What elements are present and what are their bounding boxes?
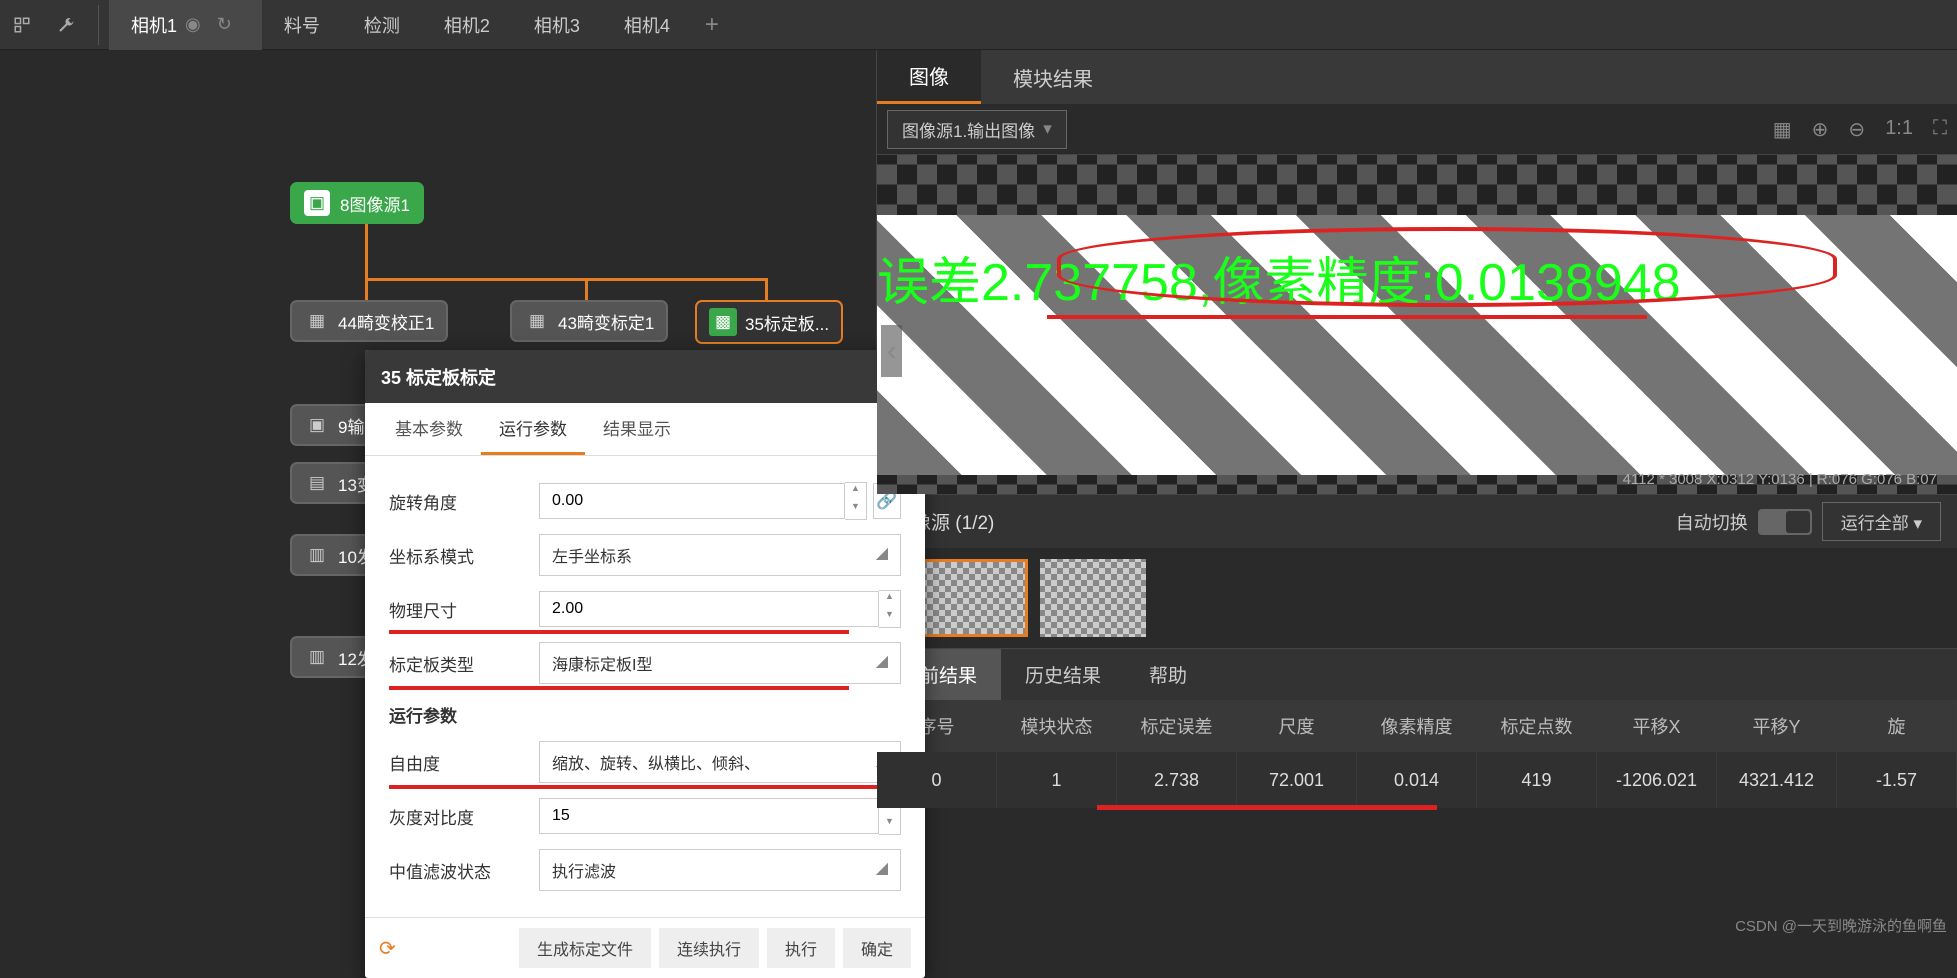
tab-camera4[interactable]: 相机4	[602, 0, 692, 50]
watermark: CSDN @一天到晚游泳的鱼啊鱼	[1735, 915, 1947, 936]
top-toolbar: 相机1 ◉ ↻ 料号 检测 相机2 相机3 相机4 +	[0, 0, 1957, 50]
tab-result-display[interactable]: 结果显示	[585, 403, 689, 455]
tab-help[interactable]: 帮助	[1125, 649, 1211, 701]
gen-calib-button[interactable]: 生成标定文件	[519, 928, 651, 968]
table-cell: 1	[997, 752, 1117, 808]
right-panel: 图像 模块结果 图像源1.输出图像▾ ▦ ⊕ ⊖ 1:1 ⛶ 误差2.73775…	[876, 50, 1957, 942]
table-header: 尺度	[1237, 700, 1357, 752]
section-run-params: 运行参数	[389, 702, 901, 727]
grid-icon[interactable]: ▦	[1773, 117, 1792, 142]
median-select[interactable]: 执行滤波◢	[539, 849, 901, 891]
table-cell: 419	[1477, 752, 1597, 808]
result-table: 序号模块状态标定误差尺度像素精度标定点数平移X平移Y旋 012.73872.00…	[877, 700, 1957, 942]
auto-switch-toggle[interactable]	[1758, 509, 1812, 535]
coordmode-select[interactable]: 左手坐标系◢	[539, 534, 901, 576]
layout-icon[interactable]	[0, 0, 44, 50]
table-header: 标定点数	[1477, 700, 1597, 752]
loop-icon[interactable]: ↻	[209, 14, 240, 35]
calib-dialog: 35 标定板标定 ✕ 基本参数 运行参数 结果显示 旋转角度 ▲▼ 🔗	[365, 350, 925, 978]
table-cell: 72.001	[1237, 752, 1357, 808]
table-cell: 0	[877, 752, 997, 808]
dialog-header[interactable]: 35 标定板标定 ✕	[365, 350, 925, 403]
grid-icon: ▦	[304, 308, 330, 334]
table-cell: 2.738	[1117, 752, 1237, 808]
tab-part[interactable]: 料号	[262, 0, 342, 50]
image-icon: ▣	[304, 412, 330, 438]
node-image-source[interactable]: ▣ 8图像源1	[290, 182, 424, 224]
table-header: 旋	[1837, 700, 1957, 752]
zoom-in-icon[interactable]: ⊕	[1812, 117, 1829, 142]
median-label: 中值滤波状态	[389, 858, 539, 883]
exec-button[interactable]: 执行	[767, 928, 835, 968]
tab-module-result[interactable]: 模块结果	[981, 50, 1125, 104]
run-all-select[interactable]: 运行全部 ▾	[1822, 502, 1941, 541]
gray-input[interactable]	[539, 798, 879, 834]
grid-icon: ▦	[524, 308, 550, 334]
dof-label: 自由度	[389, 750, 539, 775]
tab-basic-params[interactable]: 基本参数	[377, 403, 481, 455]
zoom-out-icon[interactable]: ⊖	[1848, 117, 1865, 142]
continuous-exec-button[interactable]: 连续执行	[659, 928, 759, 968]
image-viewer[interactable]: 误差2.737758,像素精度:0.0138948 ‹ 4112 * 3008 …	[877, 154, 1957, 494]
tab-image[interactable]: 图像	[877, 50, 981, 104]
dialog-title: 35 标定板标定	[381, 364, 496, 390]
spin-down[interactable]: ▼	[879, 609, 900, 627]
thumbnail-1[interactable]	[922, 559, 1028, 637]
physical-input[interactable]	[539, 591, 879, 627]
play-icon[interactable]: ◉	[177, 14, 209, 35]
boardtype-select[interactable]: 海康标定板I型◢	[539, 642, 901, 684]
rotation-input[interactable]	[539, 483, 845, 519]
gray-label: 灰度对比度	[389, 804, 539, 829]
table-header: 平移X	[1597, 700, 1717, 752]
table-header: 模块状态	[997, 700, 1117, 752]
spin-up[interactable]: ▲	[879, 591, 900, 609]
send-icon: ▥	[304, 644, 330, 670]
table-header: 标定误差	[1117, 700, 1237, 752]
flow-canvas[interactable]: ▣ 8图像源1 ▦ 44畸变校正1 ▦ 43畸变标定1 ▩ 35标定板... ▣…	[0, 50, 876, 942]
coordmode-label: 坐标系模式	[389, 543, 539, 568]
send-icon: ▥	[304, 542, 330, 568]
tab-camera1[interactable]: 相机1 ◉ ↻	[109, 0, 262, 50]
table-header: 像素精度	[1357, 700, 1477, 752]
table-cell: 0.014	[1357, 752, 1477, 808]
tab-detect[interactable]: 检测	[342, 0, 422, 50]
table-cell: 4321.412	[1717, 752, 1837, 808]
calc-icon: ▤	[304, 470, 330, 496]
tab-run-params[interactable]: 运行参数	[481, 403, 585, 455]
physical-label: 物理尺寸	[389, 597, 539, 622]
node-board-calib[interactable]: ▩ 35标定板...	[695, 300, 843, 344]
checker-icon: ▩	[709, 308, 737, 336]
refresh-icon[interactable]: ⟳	[379, 936, 396, 961]
wrench-icon[interactable]	[44, 0, 88, 50]
tab-history-result[interactable]: 历史结果	[1001, 649, 1125, 701]
tab-camera3[interactable]: 相机3	[512, 0, 602, 50]
fit-icon[interactable]: 1:1	[1885, 117, 1913, 142]
image-info: 4112 * 3008 X:0312 Y:0136 | R:076 G:076 …	[1623, 471, 1937, 488]
spin-down[interactable]: ▼	[879, 816, 900, 834]
image-icon: ▣	[304, 190, 330, 216]
spin-up[interactable]: ▲	[845, 483, 866, 501]
fullscreen-icon[interactable]: ⛶	[1933, 117, 1947, 142]
tab-camera2[interactable]: 相机2	[422, 0, 512, 50]
boardtype-label: 标定板类型	[389, 651, 539, 676]
node-distortion-calib[interactable]: ▦ 43畸变标定1	[510, 300, 668, 342]
dof-select[interactable]: 缩放、旋转、纵横比、倾斜、◢	[539, 741, 901, 783]
auto-switch-label: 自动切换	[1676, 509, 1748, 535]
image-source-select[interactable]: 图像源1.输出图像▾	[887, 110, 1067, 149]
ok-button[interactable]: 确定	[843, 928, 911, 968]
add-tab-button[interactable]: +	[692, 11, 732, 39]
node-distortion-correct[interactable]: ▦ 44畸变校正1	[290, 300, 448, 342]
thumbnail-2[interactable]	[1040, 559, 1146, 637]
table-cell: -1.57	[1837, 752, 1957, 808]
prev-image-icon[interactable]: ‹	[881, 325, 902, 377]
spin-down[interactable]: ▼	[845, 501, 866, 519]
table-header: 平移Y	[1717, 700, 1837, 752]
rotation-label: 旋转角度	[389, 489, 539, 514]
table-cell: -1206.021	[1597, 752, 1717, 808]
